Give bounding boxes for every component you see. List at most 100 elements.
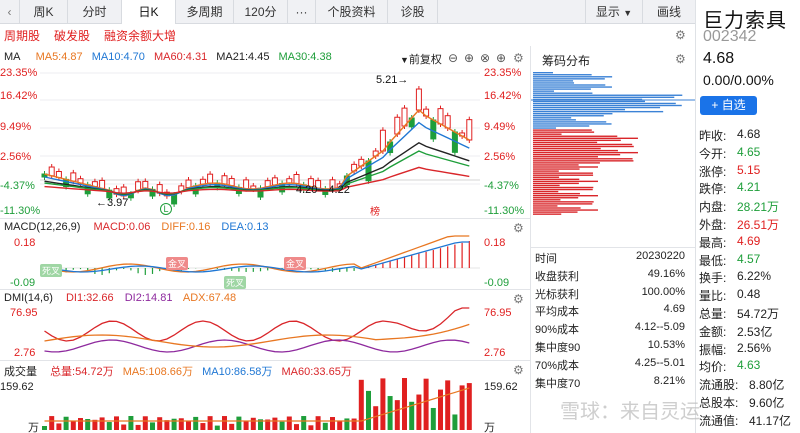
chip-bar bbox=[533, 192, 580, 195]
distribution-key: 集中度90 bbox=[535, 342, 581, 354]
quote-row: 今开: 4.65 bbox=[699, 145, 760, 162]
distribution-row: 90%成本 4.12--5.09 bbox=[535, 321, 685, 337]
quote-row: 跌停: 4.21 bbox=[699, 180, 760, 197]
volume-bar bbox=[114, 416, 119, 430]
divider bbox=[0, 218, 530, 219]
volume-bar bbox=[308, 425, 314, 430]
quote-key: 昨收: bbox=[699, 129, 727, 143]
volume-bar bbox=[279, 421, 285, 430]
price-y-tick-right: 16.42% bbox=[484, 90, 522, 102]
stock-change: 0.00/0.00% bbox=[703, 72, 774, 88]
distribution-value: 4.12--5.09 bbox=[634, 321, 685, 334]
volume-bar bbox=[56, 423, 62, 430]
volume-bar bbox=[459, 385, 465, 430]
distribution-value: 10.53% bbox=[647, 339, 685, 351]
high-annotation: 5.21→ bbox=[376, 74, 408, 86]
gear-icon[interactable]: ⚙ bbox=[675, 53, 687, 65]
quote-row: 均价: 4.63 bbox=[699, 358, 760, 375]
macd-event-golden-cross[interactable]: 金叉 bbox=[166, 257, 189, 270]
volume-ma5: MA5:108.66万 bbox=[122, 366, 194, 378]
tag-broken-issue[interactable]: 破发股 bbox=[54, 27, 90, 44]
tab-day-k[interactable]: 日K bbox=[122, 0, 176, 24]
dmi-title: DMI(14,6) bbox=[4, 292, 53, 304]
tab-more[interactable]: ··· bbox=[288, 0, 316, 24]
volume-bar bbox=[315, 416, 321, 430]
chip-bar bbox=[533, 195, 598, 197]
chip-bar bbox=[533, 113, 613, 115]
tab-120min[interactable]: 120分 bbox=[234, 0, 288, 24]
display-menu[interactable]: 显示 ▼ bbox=[585, 0, 643, 24]
volume-bar bbox=[351, 418, 357, 430]
macd-event-dead-cross[interactable]: 死叉 bbox=[40, 264, 63, 277]
draw-line-button[interactable]: 画线 bbox=[643, 0, 695, 24]
quote-value: 4.68 bbox=[737, 127, 761, 141]
tab-diagnose[interactable]: 诊股 bbox=[388, 0, 438, 24]
chevron-left-icon[interactable]: ‹ bbox=[0, 0, 20, 24]
volume-bar bbox=[63, 416, 69, 430]
volume-bar bbox=[243, 421, 249, 430]
chip-bar bbox=[533, 180, 598, 183]
quote-key: 最高: bbox=[699, 235, 727, 250]
chip-bar bbox=[533, 108, 626, 111]
macd-y-bottom: -0.09 bbox=[10, 277, 36, 289]
volume-bar bbox=[106, 422, 112, 430]
concept-tags: 周期股 破发股 融资余额大增 bbox=[0, 24, 695, 46]
volume-bar bbox=[445, 380, 451, 430]
gear-icon[interactable]: ⚙ bbox=[675, 29, 687, 41]
tab-week-k[interactable]: 周K bbox=[20, 0, 68, 24]
chip-bar bbox=[533, 162, 600, 164]
volume-bar bbox=[193, 416, 199, 430]
chip-bar bbox=[533, 137, 638, 139]
tab-intraday[interactable]: 分时 bbox=[68, 0, 122, 24]
billboard-badge[interactable]: 榜 bbox=[370, 203, 380, 218]
chip-bar bbox=[533, 115, 604, 117]
candle bbox=[415, 88, 422, 111]
volume-bar bbox=[373, 406, 379, 430]
add-watchlist-button[interactable]: + 自选 bbox=[700, 96, 757, 115]
candle bbox=[221, 175, 228, 185]
volume-bar bbox=[135, 424, 141, 430]
chip-bar bbox=[533, 129, 592, 131]
gear-icon[interactable]: ⚙ bbox=[513, 222, 525, 234]
volume-ma60: MA60:33.65万 bbox=[281, 366, 352, 378]
tag-cyclical[interactable]: 周期股 bbox=[4, 27, 40, 44]
tag-margin-increase[interactable]: 融资余额大增 bbox=[104, 27, 176, 44]
volume-bar bbox=[301, 416, 307, 430]
price-y-tick: 2.56% bbox=[0, 151, 32, 163]
quote-key: 今开: bbox=[699, 146, 727, 161]
macd-event-dead-cross[interactable]: 死叉 bbox=[224, 276, 247, 289]
quote-key: 量比: bbox=[699, 289, 727, 304]
adx-value: ADX:67.48 bbox=[182, 292, 237, 304]
chip-bar bbox=[533, 94, 683, 96]
volume-bar bbox=[186, 420, 191, 430]
gear-icon[interactable]: ⚙ bbox=[513, 364, 525, 376]
quote-value: 0.48 bbox=[737, 287, 761, 302]
volume-bar bbox=[358, 379, 364, 430]
di2-value: DI2:14.81 bbox=[124, 292, 173, 304]
distribution-value: 4.25--5.01 bbox=[634, 356, 685, 369]
signal-l-badge[interactable]: L bbox=[160, 203, 172, 215]
chip-bar bbox=[533, 207, 581, 209]
macd-event-golden-cross[interactable]: 金叉 bbox=[284, 257, 307, 270]
stock-price: 4.68 bbox=[703, 50, 735, 67]
candle bbox=[293, 173, 300, 184]
quote-row: 昨收: 4.68 bbox=[699, 127, 760, 144]
candle bbox=[243, 179, 250, 190]
price-y-tick-right: 2.56% bbox=[484, 151, 516, 163]
gear-icon[interactable]: ⚙ bbox=[513, 293, 525, 305]
price-y-tick: 23.35% bbox=[0, 67, 38, 79]
dmi-y-bottom: 2.76 bbox=[14, 347, 36, 359]
chip-bar bbox=[533, 78, 605, 80]
chip-bar bbox=[533, 182, 579, 185]
tab-stock-info[interactable]: 个股资料 bbox=[316, 0, 388, 24]
quote-value: 6.22% bbox=[737, 269, 772, 284]
quote-key: 总股本: bbox=[699, 396, 739, 410]
distribution-key: 集中度70 bbox=[535, 377, 581, 390]
quote-row: 涨停: 5.15 bbox=[699, 163, 760, 180]
tab-multi-period[interactable]: 多周期 bbox=[176, 0, 234, 24]
volume-bar bbox=[452, 414, 458, 430]
dmi-y-top: 76.95 bbox=[10, 307, 38, 319]
quote-value: 8.80亿 bbox=[749, 378, 785, 393]
chip-bar bbox=[533, 84, 606, 86]
chip-bar bbox=[533, 184, 560, 187]
